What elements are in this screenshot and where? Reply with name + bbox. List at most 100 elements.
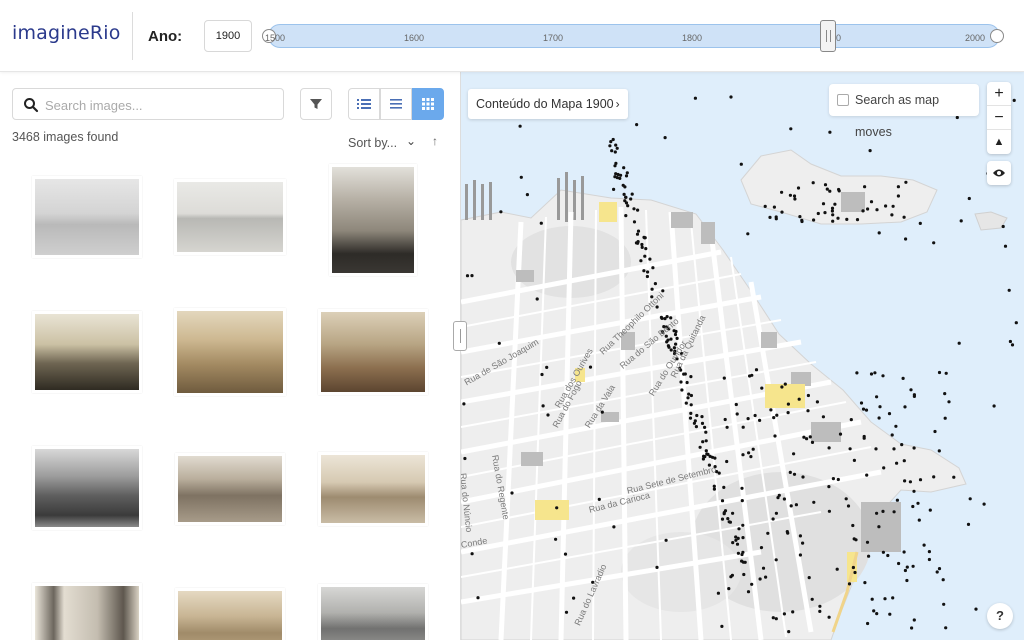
photo-location-dot[interactable]: [831, 219, 835, 223]
photo-location-dot[interactable]: [831, 213, 835, 217]
photo-location-dot[interactable]: [783, 382, 787, 386]
photo-location-dot[interactable]: [726, 517, 730, 521]
photo-location-dot[interactable]: [736, 551, 740, 555]
photo-location-dot[interactable]: [712, 484, 716, 488]
photo-location-dot[interactable]: [807, 576, 811, 580]
photo-location-dot[interactable]: [746, 590, 751, 594]
photo-location-dot[interactable]: [782, 497, 786, 501]
photo-location-dot[interactable]: [837, 187, 841, 192]
photo-location-dot[interactable]: [660, 316, 664, 320]
photo-location-dot[interactable]: [704, 430, 708, 434]
photo-location-dot[interactable]: [545, 365, 549, 369]
photo-location-dot[interactable]: [735, 412, 739, 416]
photo-location-dot[interactable]: [918, 221, 922, 225]
photo-location-dot[interactable]: [735, 542, 740, 546]
photo-location-dot[interactable]: [626, 204, 630, 208]
photo-location-dot[interactable]: [1014, 321, 1018, 325]
photo-location-dot[interactable]: [881, 550, 885, 554]
photo-location-dot[interactable]: [872, 609, 876, 613]
photo-location-dot[interactable]: [806, 393, 810, 398]
photo-location-dot[interactable]: [775, 413, 779, 417]
photo-location-dot[interactable]: [768, 215, 772, 219]
photo-location-dot[interactable]: [646, 270, 650, 274]
visibility-button[interactable]: [987, 161, 1011, 185]
photo-location-dot[interactable]: [701, 457, 705, 461]
photo-location-dot[interactable]: [666, 338, 670, 342]
photo-location-dot[interactable]: [1007, 288, 1011, 292]
photo-location-dot[interactable]: [905, 578, 909, 583]
photo-location-dot[interactable]: [892, 447, 896, 451]
photo-location-dot[interactable]: [706, 452, 710, 456]
photo-location-dot[interactable]: [693, 96, 697, 100]
photo-location-dot[interactable]: [1003, 244, 1008, 248]
photo-location-dot[interactable]: [753, 413, 757, 418]
photo-location-dot[interactable]: [789, 504, 793, 508]
photo-location-dot[interactable]: [854, 538, 858, 542]
photo-location-dot[interactable]: [802, 435, 806, 439]
photo-location-dot[interactable]: [862, 436, 866, 440]
filter-button[interactable]: [300, 88, 332, 120]
photo-location-dot[interactable]: [750, 582, 754, 586]
photo-location-dot[interactable]: [861, 209, 865, 213]
image-thumbnail[interactable]: [329, 164, 417, 276]
photo-location-dot[interactable]: [828, 189, 832, 193]
photo-location-dot[interactable]: [740, 486, 744, 490]
photo-location-dot[interactable]: [894, 424, 898, 428]
photo-location-dot[interactable]: [758, 418, 762, 422]
photo-location-dot[interactable]: [546, 413, 550, 417]
logo[interactable]: imagineRio: [12, 22, 121, 44]
photo-location-dot[interactable]: [763, 204, 767, 208]
photo-location-dot[interactable]: [780, 190, 784, 194]
search-input[interactable]: [45, 93, 277, 117]
photo-location-dot[interactable]: [608, 144, 612, 148]
photo-location-dot[interactable]: [636, 241, 640, 245]
photo-location-dot[interactable]: [661, 289, 665, 293]
photo-location-dot[interactable]: [828, 130, 832, 134]
photo-location-dot[interactable]: [742, 572, 746, 577]
photo-location-dot[interactable]: [636, 208, 640, 212]
photo-location-dot[interactable]: [927, 557, 931, 562]
photo-location-dot[interactable]: [944, 371, 948, 375]
timeline-handle[interactable]: [820, 20, 836, 52]
image-thumbnail[interactable]: [175, 588, 285, 640]
photo-location-dot[interactable]: [942, 602, 946, 606]
photo-location-dot[interactable]: [722, 511, 726, 515]
photo-location-dot[interactable]: [720, 624, 724, 629]
photo-location-dot[interactable]: [776, 496, 780, 500]
compass-button[interactable]: ▲: [987, 130, 1011, 154]
photo-location-dot[interactable]: [713, 456, 717, 460]
photo-location-dot[interactable]: [700, 415, 704, 419]
photo-location-dot[interactable]: [877, 525, 881, 529]
photo-location-dot[interactable]: [904, 237, 908, 241]
photo-location-dot[interactable]: [789, 127, 793, 131]
photo-location-dot[interactable]: [797, 397, 801, 401]
photo-location-dot[interactable]: [875, 511, 879, 515]
photo-location-dot[interactable]: [910, 626, 914, 630]
photo-location-dot[interactable]: [943, 392, 947, 396]
photo-location-dot[interactable]: [932, 241, 936, 245]
photo-location-dot[interactable]: [748, 374, 752, 378]
photo-location-dot[interactable]: [890, 433, 894, 437]
photo-location-dot[interactable]: [821, 415, 825, 419]
map-canvas[interactable]: [461, 72, 1024, 640]
photo-location-dot[interactable]: [624, 214, 628, 218]
photo-location-dot[interactable]: [863, 581, 867, 585]
photo-location-dot[interactable]: [730, 573, 734, 577]
photo-location-dot[interactable]: [764, 575, 768, 579]
photo-location-dot[interactable]: [896, 185, 900, 189]
photo-location-dot[interactable]: [643, 236, 647, 240]
photo-location-dot[interactable]: [470, 274, 474, 278]
photo-location-dot[interactable]: [816, 211, 820, 216]
photo-location-dot[interactable]: [786, 402, 790, 406]
image-thumbnail[interactable]: [318, 452, 428, 526]
photo-location-dot[interactable]: [694, 425, 698, 429]
photo-location-dot[interactable]: [612, 187, 616, 191]
photo-location-dot[interactable]: [903, 405, 907, 409]
photo-location-dot[interactable]: [810, 440, 815, 444]
photo-location-dot[interactable]: [539, 221, 543, 225]
photo-location-dot[interactable]: [720, 499, 725, 503]
search-as-map-moves-toggle[interactable]: Search as map moves: [829, 84, 979, 139]
image-thumbnail[interactable]: [175, 453, 285, 525]
photo-location-dot[interactable]: [746, 232, 750, 236]
photo-location-dot[interactable]: [680, 388, 684, 392]
